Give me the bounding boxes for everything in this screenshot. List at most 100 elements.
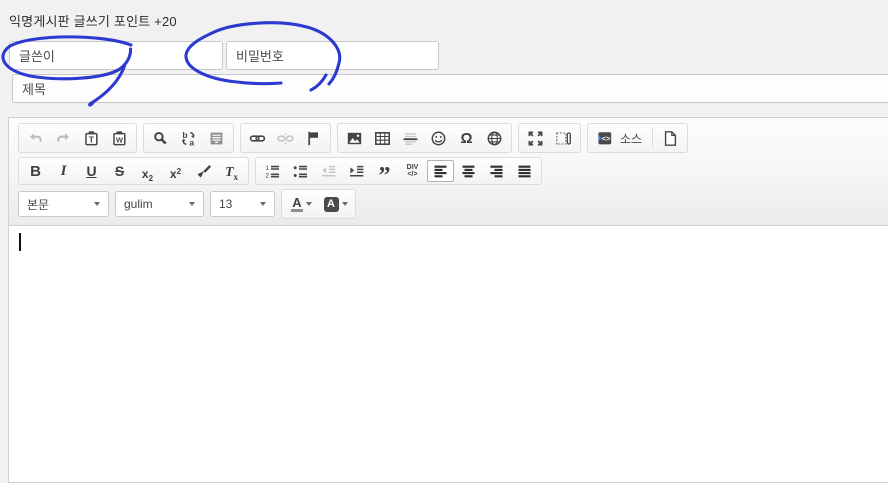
- italic-button[interactable]: I: [50, 160, 77, 182]
- source-label: 소스: [620, 130, 642, 147]
- image-icon: [346, 130, 363, 147]
- group-links: [240, 123, 331, 153]
- div-icon: DIV: [407, 164, 419, 171]
- svg-text:2: 2: [265, 172, 269, 179]
- password-input[interactable]: [226, 41, 439, 70]
- globe-icon: [486, 130, 503, 147]
- copy-formatting-button[interactable]: [190, 160, 217, 182]
- smiley-icon: [430, 130, 447, 147]
- unlink-button[interactable]: [272, 126, 299, 150]
- link-button[interactable]: [244, 126, 271, 150]
- bold-button[interactable]: B: [22, 160, 49, 182]
- align-center-button[interactable]: [455, 160, 482, 182]
- subject-input[interactable]: [12, 74, 888, 103]
- div-container-button[interactable]: DIV </>: [399, 160, 426, 182]
- superscript-button[interactable]: x2: [162, 160, 189, 182]
- chevron-down-icon: [94, 202, 100, 206]
- smiley-button[interactable]: [425, 126, 452, 150]
- paste-word-button[interactable]: W: [106, 126, 133, 150]
- paste-word-icon: W: [111, 130, 128, 147]
- page: { "page": { "title": "익명게시판 글쓰기 포인트 +20"…: [0, 0, 888, 478]
- source-button[interactable]: <> 소스: [591, 126, 648, 150]
- indent-button[interactable]: [343, 160, 370, 182]
- maximize-button[interactable]: [522, 126, 549, 150]
- find-button[interactable]: [147, 126, 174, 150]
- group-clipboard: T W: [18, 123, 137, 153]
- background-color-button[interactable]: A: [319, 192, 352, 216]
- background-color-icon: A: [324, 197, 339, 212]
- italic-icon: I: [61, 163, 67, 180]
- subscript-icon: x: [142, 167, 149, 181]
- svg-text:<>: <>: [602, 134, 611, 143]
- align-justify-icon: [516, 163, 533, 180]
- search-icon: [152, 130, 169, 147]
- paste-text-icon: T: [83, 130, 100, 147]
- align-right-icon: [488, 163, 505, 180]
- remove-format-icon: T: [225, 165, 234, 181]
- toolbar-row-2: B I U S x2 x2: [18, 157, 887, 185]
- align-left-icon: [432, 163, 449, 180]
- text-color-icon: A: [291, 197, 302, 212]
- group-insert: Ω: [337, 123, 512, 153]
- omega-icon: Ω: [460, 130, 472, 147]
- svg-text:b: b: [182, 130, 187, 140]
- anchor-button[interactable]: [300, 126, 327, 150]
- align-justify-button[interactable]: [511, 160, 538, 182]
- strikethrough-icon: S: [115, 163, 124, 179]
- blockquote-button[interactable]: ”: [371, 160, 398, 182]
- bold-icon: B: [30, 163, 41, 180]
- bulleted-list-button[interactable]: [287, 160, 314, 182]
- font-size-select[interactable]: 13: [210, 191, 275, 217]
- redo-button[interactable]: [50, 126, 77, 150]
- subscript-button[interactable]: x2: [134, 160, 161, 182]
- align-left-button[interactable]: [427, 160, 454, 182]
- indent-icon: [348, 163, 365, 180]
- rich-text-editor: T W: [8, 117, 888, 483]
- new-page-button[interactable]: [657, 126, 684, 150]
- insert-table-button[interactable]: [369, 126, 396, 150]
- outdent-icon: [320, 163, 337, 180]
- link-icon: [249, 130, 266, 147]
- author-input[interactable]: [9, 41, 223, 70]
- select-all-button[interactable]: [203, 126, 230, 150]
- table-icon: [374, 130, 391, 147]
- page-title: 익명게시판 글쓰기 포인트 +20: [9, 11, 177, 30]
- toolbar-row-1: T W: [18, 123, 887, 153]
- numbered-list-button[interactable]: 1 2: [259, 160, 286, 182]
- group-basicstyles: B I U S x2 x2: [18, 157, 249, 185]
- text-color-button[interactable]: A: [285, 192, 318, 216]
- group-view: [518, 123, 581, 153]
- align-center-icon: [460, 163, 477, 180]
- underline-button[interactable]: U: [78, 160, 105, 182]
- horizontal-rule-icon: [402, 130, 419, 147]
- toolbar-row-3: 본문 gulim 13 A A: [18, 189, 887, 219]
- insert-image-button[interactable]: [341, 126, 368, 150]
- editor-content-area[interactable]: [9, 226, 888, 482]
- outdent-button[interactable]: [315, 160, 342, 182]
- undo-button[interactable]: [22, 126, 49, 150]
- paste-text-button[interactable]: T: [78, 126, 105, 150]
- flag-icon: [305, 130, 322, 147]
- strikethrough-button[interactable]: S: [106, 160, 133, 182]
- separator: [652, 128, 653, 148]
- horizontal-rule-button[interactable]: [397, 126, 424, 150]
- align-right-button[interactable]: [483, 160, 510, 182]
- redo-icon: [55, 130, 72, 147]
- bulleted-list-icon: [292, 163, 309, 180]
- show-blocks-button[interactable]: [550, 126, 577, 150]
- iframe-button[interactable]: [481, 126, 508, 150]
- paragraph-format-select[interactable]: 본문: [18, 191, 109, 217]
- source-code-icon: <>: [597, 130, 613, 146]
- remove-format-button[interactable]: Tx: [218, 160, 245, 182]
- font-family-select[interactable]: gulim: [115, 191, 204, 217]
- replace-button[interactable]: b a: [175, 126, 202, 150]
- text-caret: [19, 233, 21, 251]
- blockquote-icon: ”: [379, 171, 391, 181]
- maximize-icon: [527, 130, 544, 147]
- group-find: b a: [143, 123, 234, 153]
- special-char-button[interactable]: Ω: [453, 126, 480, 150]
- chevron-down-icon: [260, 202, 266, 206]
- replace-icon: b a: [180, 130, 197, 147]
- paragraph-format-value: 본문: [27, 196, 49, 213]
- undo-icon: [27, 130, 44, 147]
